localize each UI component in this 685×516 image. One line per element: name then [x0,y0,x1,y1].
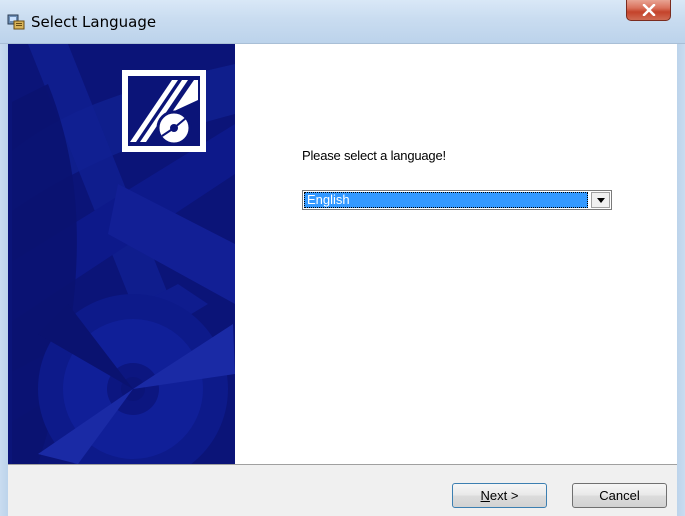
title-bar[interactable]: Select Language [0,0,685,44]
window-title: Select Language [31,13,157,31]
content-area [235,44,677,464]
language-select[interactable]: English [302,190,612,210]
window-frame-right [677,44,685,516]
cancel-button[interactable]: Cancel [572,483,667,508]
chevron-down-icon [597,198,605,203]
next-button-mnemonic: N [480,488,490,503]
select-language-window: Select Language Please select a language… [0,0,685,516]
selected-language: English [307,192,350,207]
close-icon [642,4,656,16]
cd-logo-icon [122,70,206,152]
next-button-label: ext > [489,488,519,503]
next-button[interactable]: Next > [452,483,547,508]
installer-icon [7,12,25,30]
dropdown-button[interactable] [591,192,610,208]
close-button[interactable] [626,0,671,21]
button-bar: Next > Cancel [8,464,677,516]
window-frame-left [0,44,8,516]
language-prompt: Please select a language! [302,148,446,163]
selected-option-highlight[interactable]: English [304,192,588,208]
